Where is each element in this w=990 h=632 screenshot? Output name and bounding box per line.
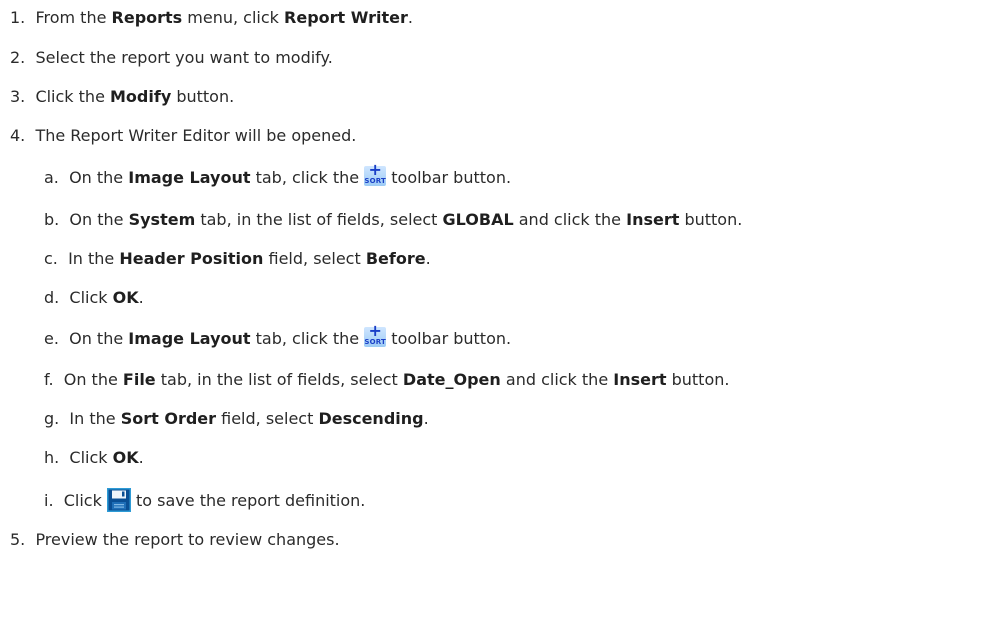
field-name: GLOBAL: [442, 210, 514, 229]
substep-letter: h.: [44, 448, 60, 467]
sort-icon: + SORT: [364, 321, 387, 347]
step-1: 1. From the Reports menu, click Report W…: [10, 8, 413, 27]
substep-letter: i.: [44, 491, 54, 510]
field-name: Header Position: [119, 249, 264, 268]
save-disk-icon: [106, 488, 131, 512]
button-name: Insert: [626, 210, 680, 229]
tab-name: Image Layout: [128, 168, 251, 187]
step-number: 1.: [10, 8, 26, 27]
field-name: Sort Order: [120, 409, 217, 428]
button-name: OK: [112, 448, 139, 467]
tab-name: Image Layout: [128, 329, 251, 348]
substep-d: d. Click OK.: [44, 288, 144, 307]
step-3: 3. Click the Modify button.: [10, 87, 235, 106]
substep-c: c. In the Header Position field, select …: [44, 249, 431, 268]
substep-letter: a.: [44, 168, 59, 187]
substep-letter: g.: [44, 409, 60, 428]
step-number: 4.: [10, 126, 26, 145]
sort-icon: + SORT: [364, 160, 387, 186]
option-name: Descending: [318, 409, 424, 428]
option-name: Before: [365, 249, 426, 268]
substep-h: h. Click OK.: [44, 448, 144, 467]
step-4: 4. The Report Writer Editor will be open…: [10, 126, 357, 145]
substep-letter: b.: [44, 210, 60, 229]
step-number: 5.: [10, 530, 26, 549]
tab-name: File: [122, 370, 156, 389]
substep-g: g. In the Sort Order field, select Desce…: [44, 409, 429, 428]
button-name: Modify: [110, 87, 172, 106]
substep-letter: d.: [44, 288, 60, 307]
substep-letter: f.: [44, 370, 54, 389]
button-name: Insert: [613, 370, 667, 389]
menu-name: Reports: [111, 8, 183, 27]
substep-b: b. On the System tab, in the list of fie…: [44, 210, 743, 229]
step-number: 2.: [10, 48, 26, 67]
step-5: 5. Preview the report to review changes.: [10, 530, 340, 549]
menu-item-name: Report Writer: [284, 8, 408, 27]
substep-i: i. Click to save the report definition.: [44, 486, 365, 516]
field-name: Date_Open: [402, 370, 501, 389]
step-2: 2. Select the report you want to modify.: [10, 48, 333, 67]
button-name: OK: [112, 288, 139, 307]
substep-e: e. On the Image Layout tab, click the + S…: [44, 321, 512, 349]
tab-name: System: [128, 210, 196, 229]
substep-a: a. On the Image Layout tab, click the + S…: [44, 160, 512, 188]
substep-letter: c.: [44, 249, 58, 268]
substep-f: f. On the File tab, in the list of field…: [44, 370, 730, 389]
step-number: 3.: [10, 87, 26, 106]
substep-letter: e.: [44, 329, 59, 348]
